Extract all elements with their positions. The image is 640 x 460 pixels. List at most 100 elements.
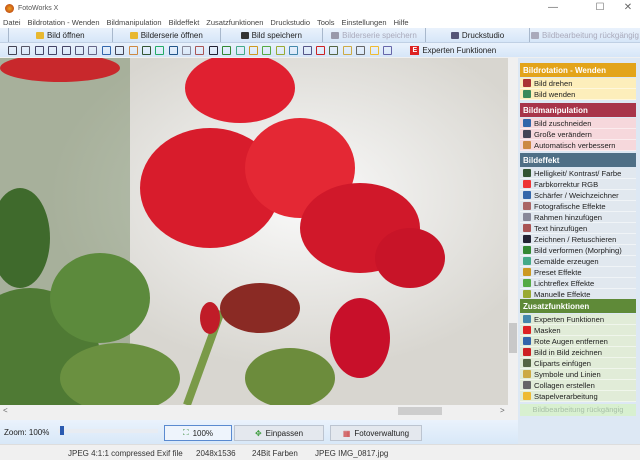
panel-item[interactable]: Große verändern — [520, 129, 636, 140]
function-icon — [523, 213, 531, 221]
fit-button[interactable]: ✥ Einpassen — [234, 425, 324, 441]
toolbar-button[interactable]: Druckstudio — [425, 28, 529, 42]
status-colors: 24Bit Farben — [252, 449, 298, 458]
panel-item[interactable]: Cliparts einfügen — [520, 358, 636, 369]
mirror-icon[interactable] — [88, 45, 98, 55]
function-icon — [523, 392, 531, 400]
panel-item[interactable]: Automatisch verbessern — [520, 140, 636, 151]
maximize-button[interactable]: ☐ — [590, 2, 610, 13]
rotate-ccw-icon[interactable] — [34, 45, 44, 55]
menu-item[interactable]: Bildmanipulation — [107, 18, 162, 27]
panel-item[interactable]: Collagen erstellen — [520, 380, 636, 391]
undo-icon — [530, 31, 539, 39]
photo-manager-button[interactable]: ▦ Fotoverwaltung — [330, 425, 422, 441]
panel-item[interactable]: Farbkorrektur RGB — [520, 179, 636, 190]
panel-item[interactable]: Preset Effekte — [520, 267, 636, 278]
panel-item[interactable]: Fotografische Effekte — [520, 201, 636, 212]
function-icon — [523, 359, 531, 367]
cliparts-icon[interactable] — [342, 45, 352, 55]
manual-effects-icon[interactable] — [289, 45, 299, 55]
menu-item[interactable]: Tools — [317, 18, 335, 27]
horizontal-scroll-thumb[interactable] — [398, 407, 442, 415]
menu-item[interactable]: Einstellungen — [342, 18, 387, 27]
panel-item[interactable]: Schärfer / Weichzeichner — [520, 190, 636, 201]
vertical-scrollbar[interactable] — [508, 58, 518, 405]
window-title: FotoWorks X — [18, 4, 59, 12]
menu-item[interactable]: Zusatzfunktionen — [206, 18, 263, 27]
image-canvas[interactable] — [0, 58, 508, 405]
mask-icon[interactable] — [302, 45, 312, 55]
scroll-right-button[interactable]: > — [500, 406, 505, 415]
vertical-scroll-thumb[interactable] — [509, 323, 517, 353]
panel-item[interactable]: Zeichnen / Retuschieren — [520, 234, 636, 245]
toolbar-button[interactable]: Bilderserie öffnen — [111, 28, 220, 42]
toolbar-button[interactable]: Bilderserie speichern — [321, 28, 426, 42]
undo-button[interactable]: Bildbearbeitung rückgängig — [520, 404, 636, 416]
rotate-left-icon[interactable] — [8, 45, 17, 55]
symbols-icon[interactable] — [356, 45, 366, 55]
painting-icon[interactable] — [249, 45, 259, 55]
red-eye-icon[interactable] — [315, 45, 325, 55]
panel-item[interactable]: Rahmen hinzufügen — [520, 212, 636, 223]
toolbar-button[interactable]: Bildbearbeitung rückgängig — [528, 28, 640, 42]
collage-icon[interactable] — [369, 45, 379, 55]
frame-icon[interactable] — [195, 45, 205, 55]
flip-vertical-icon[interactable] — [74, 45, 84, 55]
preset-effects-icon[interactable] — [262, 45, 272, 55]
panel-item[interactable]: Text hinzufügen — [520, 223, 636, 234]
panel-item[interactable]: Lichtreflex Effekte — [520, 278, 636, 289]
panel-item[interactable]: Stapelverarbeitung — [520, 391, 636, 402]
light-reflex-icon[interactable] — [275, 45, 285, 55]
expert-functions-button[interactable]: E Experten Funktionen — [410, 45, 496, 55]
function-icon — [523, 191, 531, 199]
menu-item[interactable]: Bildeffekt — [169, 18, 200, 27]
rotate-cw-icon[interactable] — [48, 45, 58, 55]
panel-item[interactable]: Bild zuschneiden — [520, 118, 636, 129]
menu-item[interactable]: Druckstudio — [270, 18, 310, 27]
crop-icon[interactable] — [101, 45, 111, 55]
tools-toolbar: E Experten Funktionen — [0, 43, 640, 57]
batch-icon[interactable] — [382, 45, 392, 55]
auto-enhance-icon[interactable] — [128, 45, 138, 55]
panel-item[interactable]: Rote Augen entfernen — [520, 336, 636, 347]
panel-item[interactable]: Experten Funktionen — [520, 314, 636, 325]
color-correction-icon[interactable] — [155, 45, 165, 55]
function-icon — [523, 290, 531, 298]
panel-item[interactable]: Symbole und Linien — [520, 369, 636, 380]
resize-icon[interactable] — [115, 45, 125, 55]
panel-item[interactable]: Masken — [520, 325, 636, 336]
toolbar-button[interactable]: Bild öffnen — [8, 28, 112, 42]
minimize-button[interactable]: — — [543, 2, 563, 13]
sharpen-icon[interactable] — [168, 45, 178, 55]
panel-item[interactable]: Helligkeit/ Kontrast/ Farbe — [520, 168, 636, 179]
picture-in-picture-icon[interactable] — [329, 45, 339, 55]
horizontal-scrollbar[interactable]: < > — [0, 405, 518, 418]
panel-item[interactable]: Bild verformen (Morphing) — [520, 245, 636, 256]
zoom-100-button[interactable]: ⛶ 100% — [164, 425, 232, 441]
section-header[interactable]: Bildrotation - Wenden — [520, 63, 636, 77]
draw-icon[interactable] — [222, 45, 232, 55]
zoom-slider-thumb[interactable] — [60, 426, 64, 435]
toolbar-button[interactable]: Bild speichern — [219, 28, 322, 42]
morph-icon[interactable] — [235, 45, 245, 55]
menu-item[interactable]: Bildrotation - Wenden — [28, 18, 100, 27]
menu-item[interactable]: Datei — [3, 18, 21, 27]
menu-item[interactable]: Hilfe — [394, 18, 409, 27]
section-header[interactable]: Zusatzfunktionen — [520, 299, 636, 313]
save-icon — [240, 31, 249, 39]
panel-item[interactable]: Gemälde erzeugen — [520, 256, 636, 267]
scroll-left-button[interactable]: < — [3, 406, 8, 415]
panel-item[interactable]: Bild wenden — [520, 89, 636, 100]
section-header[interactable]: Bildmanipulation — [520, 103, 636, 117]
brightness-icon[interactable] — [141, 45, 151, 55]
close-button[interactable]: ✕ — [618, 2, 638, 13]
panel-item[interactable]: Bild in Bild zeichnen — [520, 347, 636, 358]
zoom-slider[interactable] — [58, 426, 158, 435]
panel-item[interactable]: Bild drehen — [520, 78, 636, 89]
text-icon[interactable] — [208, 45, 218, 55]
rotate-right-icon[interactable] — [21, 45, 31, 55]
section-header[interactable]: Bildeffekt — [520, 153, 636, 167]
photo-effects-icon[interactable] — [182, 45, 192, 55]
photo-geraniums — [0, 58, 508, 405]
flip-horizontal-icon[interactable] — [61, 45, 71, 55]
